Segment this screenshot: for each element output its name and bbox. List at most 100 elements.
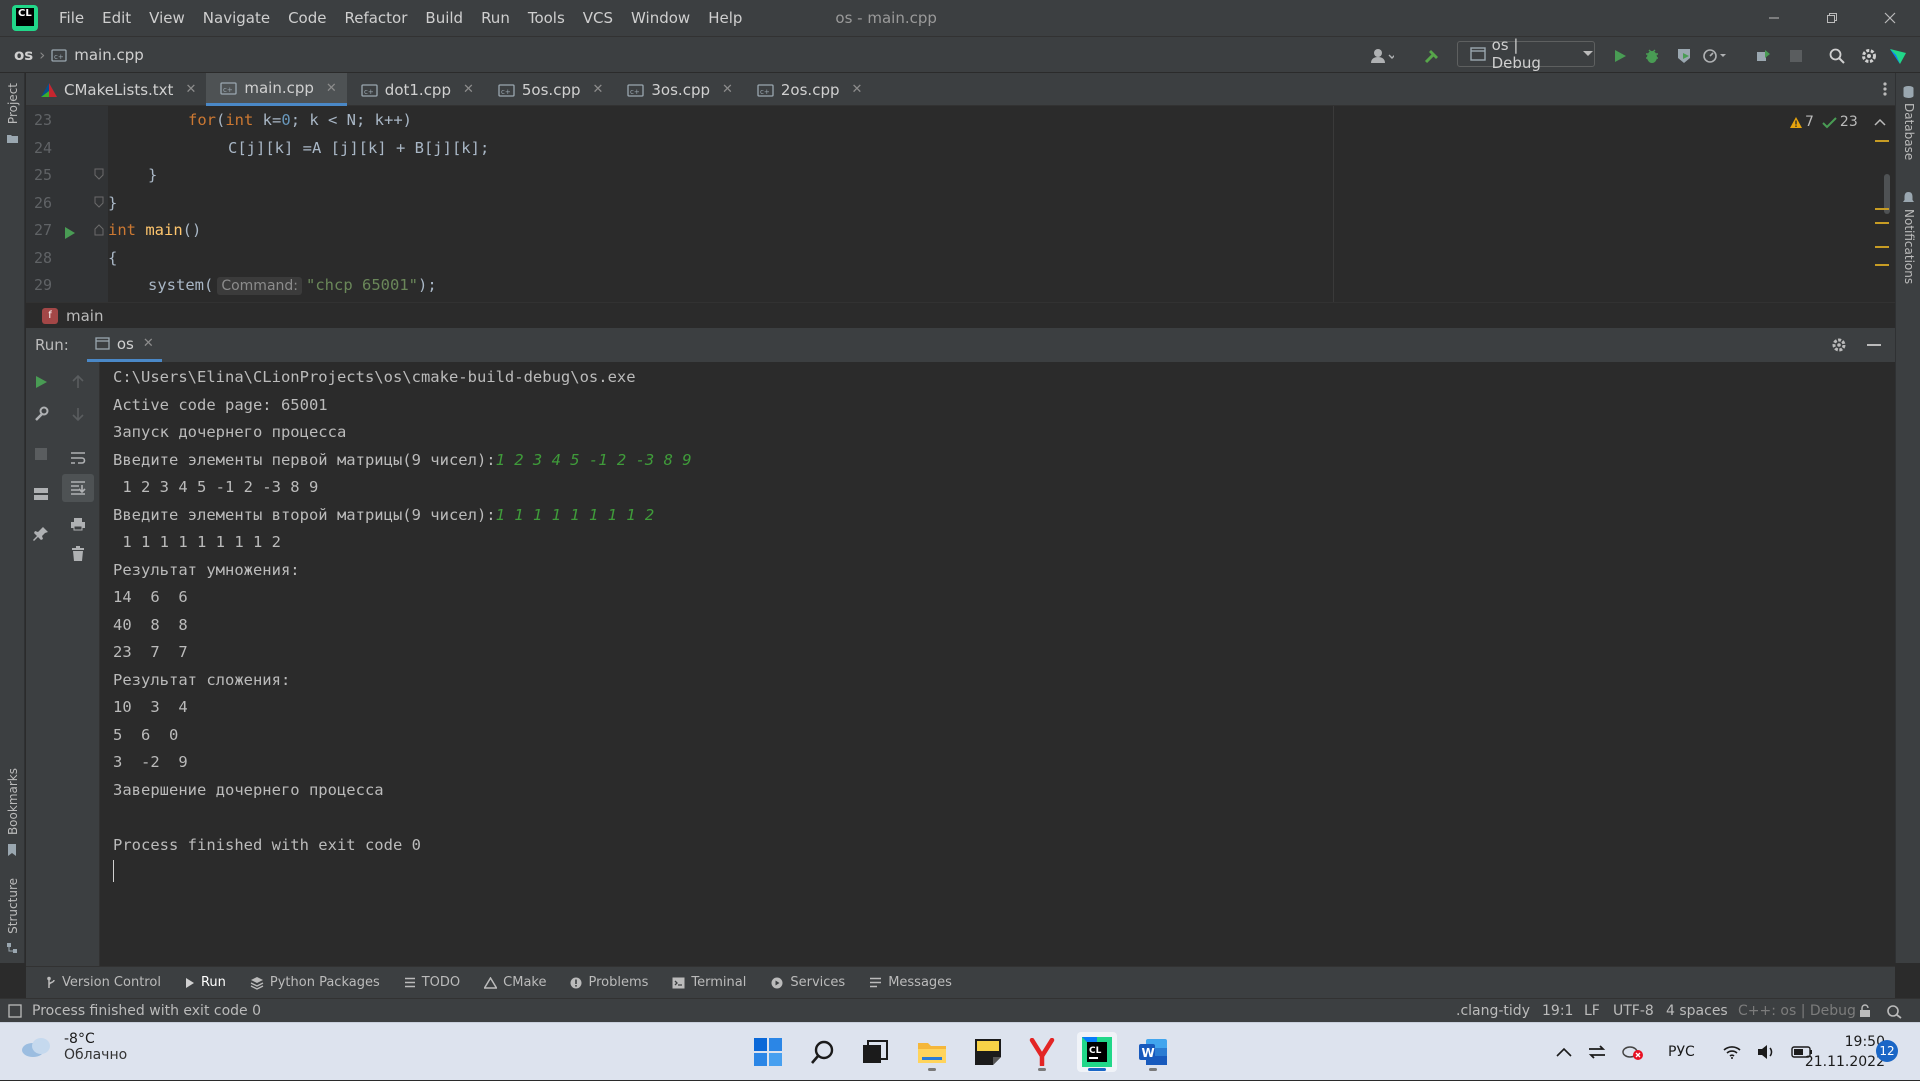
windows-start-button[interactable]	[748, 1032, 788, 1072]
console-output[interactable]: C:\Users\Elina\CLionProjects\os\cmake-bu…	[100, 362, 1895, 966]
network-sync-icon[interactable]	[1588, 1044, 1606, 1060]
build-hammer-icon[interactable]	[1420, 44, 1444, 68]
print-icon[interactable]	[66, 512, 90, 536]
fold-marker-icon[interactable]	[94, 224, 104, 236]
toggle-tool-windows-icon[interactable]	[8, 1003, 22, 1018]
tab-main-cpp[interactable]: c+ main.cpp ✕	[206, 73, 347, 106]
arrow-down-icon[interactable]	[66, 402, 90, 426]
menu-build[interactable]: Build	[416, 0, 472, 36]
menu-edit[interactable]: Edit	[93, 0, 140, 36]
menu-code[interactable]: Code	[279, 0, 335, 36]
run-configuration-select[interactable]: os | Debug	[1457, 36, 1595, 72]
structure-tool-button[interactable]: Structure	[6, 878, 20, 954]
breadcrumb-function[interactable]: main	[66, 307, 103, 325]
database-tool-button[interactable]: Database	[1902, 85, 1916, 164]
pin-icon[interactable]	[29, 522, 53, 546]
notifications-tool-button[interactable]: Notifications	[1902, 191, 1916, 288]
layout-icon[interactable]	[29, 482, 53, 506]
wifi-icon[interactable]	[1723, 1045, 1741, 1059]
scroll-to-end-icon[interactable]	[62, 474, 94, 502]
warning-stripe-marker[interactable]	[1875, 140, 1889, 142]
wrench-icon[interactable]	[29, 402, 53, 426]
taskbar-yandex-browser[interactable]	[1022, 1032, 1062, 1072]
fold-marker-icon[interactable]	[94, 196, 104, 208]
warning-stripe-marker[interactable]	[1875, 208, 1889, 210]
menu-help[interactable]: Help	[699, 0, 751, 36]
language-indicator[interactable]: РУС	[1668, 1044, 1695, 1060]
run-icon[interactable]	[1608, 44, 1632, 68]
status-encoding[interactable]: UTF-8	[1613, 999, 1654, 1023]
menu-tools[interactable]: Tools	[519, 0, 574, 36]
taskbar-clion[interactable]: CL	[1077, 1032, 1117, 1072]
tab-dot1-cpp[interactable]: c+ dot1.cpp ✕	[347, 73, 484, 106]
menu-window[interactable]: Window	[622, 0, 699, 36]
menu-navigate[interactable]: Navigate	[194, 0, 279, 36]
menu-file[interactable]: File	[50, 0, 93, 36]
status-line-separator[interactable]: LF	[1584, 999, 1600, 1023]
clion-logo-icon[interactable]: CL	[12, 5, 38, 31]
close-run-tab-icon[interactable]: ✕	[143, 336, 154, 351]
system-clock[interactable]: 19:50 21.11.2022	[1795, 1032, 1885, 1072]
rerun-icon[interactable]	[29, 370, 53, 394]
close-tab-icon[interactable]: ✕	[851, 82, 862, 97]
tool-cmake[interactable]: CMake	[480, 967, 550, 999]
tool-version-control[interactable]: Version Control	[42, 967, 165, 999]
status-linter[interactable]: .clang-tidy	[1456, 999, 1530, 1023]
hide-panel-icon[interactable]	[1867, 344, 1881, 347]
fold-marker-icon[interactable]	[94, 168, 104, 180]
minimize-button[interactable]	[1746, 0, 1802, 36]
taskbar-word[interactable]: W	[1133, 1032, 1173, 1072]
arrow-up-icon[interactable]	[66, 370, 90, 394]
close-window-button[interactable]	[1862, 0, 1918, 36]
menu-view[interactable]: View	[140, 0, 194, 36]
tab-5os-cpp[interactable]: c+ 5os.cpp ✕	[484, 73, 614, 106]
stop-icon[interactable]	[1784, 44, 1808, 68]
tool-run[interactable]: Run	[181, 967, 230, 999]
inspection-widget[interactable]: 7 23	[1789, 114, 1895, 130]
taskbar-sticky-notes[interactable]	[968, 1032, 1008, 1072]
tab-2os-cpp[interactable]: c+ 2os.cpp ✕	[743, 73, 873, 106]
tool-problems[interactable]: Problems	[566, 967, 652, 999]
run-gutter-icon[interactable]	[64, 227, 76, 239]
settings-gear-icon[interactable]	[1857, 44, 1881, 68]
status-context[interactable]: C++: os | Debug	[1738, 999, 1856, 1023]
close-tab-icon[interactable]: ✕	[326, 81, 337, 96]
warning-stripe-marker[interactable]	[1875, 264, 1889, 266]
taskbar-search-button[interactable]	[803, 1032, 843, 1072]
taskbar-file-explorer[interactable]	[912, 1032, 952, 1072]
weather-widget[interactable]: -8°C Облачно	[20, 1031, 127, 1063]
attach-process-icon[interactable]	[1752, 44, 1776, 68]
notification-count-badge[interactable]: 12	[1876, 1040, 1898, 1062]
menu-run[interactable]: Run	[472, 0, 519, 36]
breadcrumb-file[interactable]: c+ main.cpp	[51, 46, 144, 64]
volume-icon[interactable]	[1757, 1044, 1775, 1060]
stop-icon[interactable]	[29, 442, 53, 466]
soft-wrap-icon[interactable]	[66, 446, 90, 470]
editor-breadcrumb[interactable]: f main	[26, 302, 1895, 328]
close-tab-icon[interactable]: ✕	[592, 82, 603, 97]
tool-messages[interactable]: Messages	[865, 967, 956, 999]
status-indent[interactable]: 4 spaces	[1666, 999, 1728, 1023]
jetbrains-toolbox-icon[interactable]	[1886, 44, 1910, 68]
tool-terminal[interactable]: Terminal	[668, 967, 750, 999]
restore-button[interactable]	[1804, 0, 1860, 36]
project-tool-button[interactable]: Project	[6, 83, 20, 144]
tab-options-icon[interactable]	[1883, 81, 1887, 97]
debug-bug-icon[interactable]	[1640, 44, 1664, 68]
profiler-icon[interactable]	[1702, 44, 1726, 68]
tab-cmakelists[interactable]: CMakeLists.txt ✕	[26, 73, 206, 106]
tool-services[interactable]: Services	[766, 967, 849, 999]
coverage-icon[interactable]	[1672, 44, 1696, 68]
close-tab-icon[interactable]: ✕	[185, 82, 196, 97]
run-tab-os[interactable]: os ✕	[86, 328, 162, 362]
menu-refactor[interactable]: Refactor	[335, 0, 416, 36]
cloud-error-icon[interactable]	[1622, 1043, 1644, 1061]
tool-todo[interactable]: TODO	[400, 967, 464, 999]
settings-gear-icon[interactable]	[1831, 337, 1847, 353]
menu-vcs[interactable]: VCS	[574, 0, 622, 36]
bookmarks-tool-button[interactable]: Bookmarks	[6, 768, 20, 857]
close-tab-icon[interactable]: ✕	[463, 82, 474, 97]
close-tab-icon[interactable]: ✕	[722, 82, 733, 97]
chevron-up-icon[interactable]	[1874, 118, 1886, 126]
status-caret-position[interactable]: 19:1	[1542, 999, 1573, 1023]
